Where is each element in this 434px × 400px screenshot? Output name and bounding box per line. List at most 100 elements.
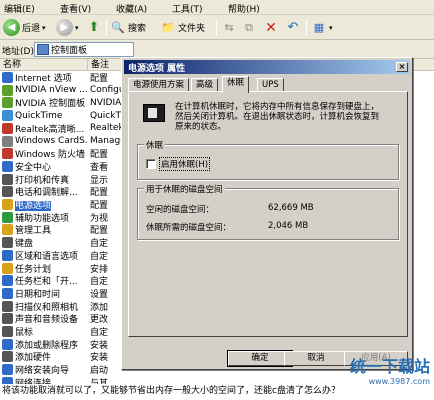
item-name: 添加或删除程序 xyxy=(15,338,87,351)
control-panel-list: Internet 选项 配置 NVIDIA nView ... Configu NVID… xyxy=(0,71,140,388)
undo-button[interactable]: ↶ xyxy=(285,18,301,37)
item-icon xyxy=(2,351,13,363)
forward-arrow-icon: ▶ xyxy=(56,19,73,36)
toolbar-separator xyxy=(306,19,307,36)
address-input[interactable]: 控制面板 xyxy=(34,42,134,57)
list-item[interactable]: Realtek高清晰... Realtek xyxy=(0,122,140,135)
item-name-text: Internet 选项 xyxy=(15,74,72,84)
item-name: 电话和调制解... xyxy=(15,185,87,198)
search-label: 搜索 xyxy=(128,24,147,34)
tab-advanced[interactable]: 高级 xyxy=(191,78,219,92)
ok-button[interactable]: 确定 xyxy=(227,350,293,367)
list-item[interactable]: 打印机和传真 显示 xyxy=(0,173,140,186)
folders-icon: 📁 xyxy=(161,21,175,34)
disk-space-group: 用于休眠的磁盘空间 空闲的磁盘空间： 62,669 MB 休眠所需的磁盘空间： … xyxy=(137,183,399,240)
back-label: 后退 xyxy=(22,24,41,34)
list-item[interactable]: 电话和调制解... 配置 xyxy=(0,185,140,198)
views-button[interactable]: ▦ ▾ xyxy=(311,18,333,37)
enable-hibernate-checkbox[interactable]: 启用休眠(H) xyxy=(146,157,211,171)
item-name: NVIDIA 控制面板 xyxy=(15,96,87,109)
power-options-dialog: 电源选项 属性 × 电源使用方案 高级 休眠 UPS 在计算机休眠时，它将内存中… xyxy=(121,57,413,370)
list-item[interactable]: Windows 防火墙 配置 xyxy=(0,147,140,160)
list-item[interactable]: 区域和语言选项 自定 xyxy=(0,249,140,262)
item-name-text: 键盘 xyxy=(15,239,34,250)
control-panel-icon xyxy=(37,44,49,55)
back-button[interactable]: ◀ 后退 ▾ xyxy=(3,18,46,37)
list-item[interactable]: 网络安装向导 启动 xyxy=(0,363,140,376)
list-item[interactable]: Windows CardS... Manages xyxy=(0,135,140,148)
item-name-text: Windows CardS... xyxy=(15,136,87,146)
item-icon xyxy=(2,326,13,337)
list-item[interactable]: 扫描仪和照相机 添加 xyxy=(0,300,140,313)
search-icon: 🔍 xyxy=(111,21,125,34)
hibernate-description: 在计算机休眠时，它将内存中所有信息保存到硬盘上，然后关闭计算机。在退出休眠状态时… xyxy=(175,102,380,132)
column-header-name[interactable]: 名称 xyxy=(0,59,88,71)
item-name-text: QuickTime xyxy=(15,110,63,121)
item-icon xyxy=(2,160,13,172)
search-button[interactable]: 🔍 搜索 xyxy=(110,18,146,37)
list-item[interactable]: 添加或删除程序 安装 xyxy=(0,338,140,351)
item-name: NVIDIA nView ... xyxy=(15,85,87,95)
list-item[interactable]: 辅助功能选项 为视 xyxy=(0,211,140,224)
delete-button[interactable]: ✕ xyxy=(263,18,279,37)
move-to-button[interactable]: ⇆ xyxy=(221,18,237,37)
tab-hibernate[interactable]: 休眠 xyxy=(222,76,250,93)
required-space-value: 2,046 MB xyxy=(268,221,309,231)
item-name: 声音和音频设备 xyxy=(15,312,87,325)
list-item[interactable]: QuickTime QuickTi xyxy=(0,109,140,122)
item-name: Windows 防火墙 xyxy=(15,147,87,160)
item-name-text: 日期和时间 xyxy=(15,289,61,300)
forward-dropdown-icon: ▾ xyxy=(75,23,79,32)
item-icon xyxy=(2,84,13,96)
dialog-title: 电源选项 属性 xyxy=(128,64,186,74)
folders-label: 文件夹 xyxy=(178,24,206,34)
move-to-icon: ⇆ xyxy=(224,21,234,34)
back-arrow-icon: ◀ xyxy=(3,19,20,36)
list-item[interactable]: 任务计划 安排 xyxy=(0,262,140,275)
menu-favorites[interactable]: 收藏(A) xyxy=(116,2,147,15)
close-button[interactable]: × xyxy=(396,62,408,72)
list-item[interactable]: 声音和音频设备 更改 xyxy=(0,312,140,325)
list-item[interactable]: 任务栏和「开... 自定 xyxy=(0,274,140,287)
free-space-row: 空闲的磁盘空间： 62,669 MB xyxy=(146,203,314,215)
list-item[interactable]: 键盘 自定 xyxy=(0,236,140,249)
tab-power-schemes[interactable]: 电源使用方案 xyxy=(128,78,190,92)
hibernate-panel: 在计算机休眠时，它将内存中所有信息保存到硬盘上，然后关闭计算机。在退出休眠状态时… xyxy=(128,91,408,337)
up-folder-button[interactable]: ⬆ xyxy=(86,18,102,37)
list-item[interactable]: 添加硬件 安装 xyxy=(0,350,140,363)
menu-help[interactable]: 帮助(H) xyxy=(228,2,260,15)
list-item[interactable]: 安全中心 查看 xyxy=(0,160,140,173)
folders-button[interactable]: 📁 文件夹 xyxy=(160,18,205,37)
list-item[interactable]: 鼠标 自定 xyxy=(0,325,140,338)
item-name-text: 打印机和传真 xyxy=(15,175,70,186)
list-item[interactable]: NVIDIA 控制面板 NVIDIA xyxy=(0,96,140,109)
list-item[interactable]: 管理工具 配置 xyxy=(0,223,140,236)
item-name-text: 任务计划 xyxy=(15,264,52,275)
item-icon xyxy=(2,199,13,210)
toolbar-separator xyxy=(216,19,217,36)
dialog-titlebar[interactable]: 电源选项 属性 × xyxy=(124,60,410,74)
item-name-text: NVIDIA nView ... xyxy=(15,85,87,96)
item-name: 打印机和传真 xyxy=(15,173,87,186)
forward-button[interactable]: ▶ ▾ xyxy=(56,18,79,37)
menu-edit[interactable]: 编辑(E) xyxy=(4,2,35,15)
menu-view[interactable]: 查看(V) xyxy=(60,2,91,15)
list-item[interactable]: NVIDIA nView ... Configu xyxy=(0,84,140,97)
checkbox-box[interactable] xyxy=(146,159,156,169)
required-space-label: 休眠所需的磁盘空间： xyxy=(146,223,232,233)
copy-to-button[interactable]: ⧉ xyxy=(241,18,257,37)
menu-bar: 编辑(E) 查看(V) 收藏(A) 工具(T) 帮助(H) xyxy=(0,0,434,15)
list-item[interactable]: 日期和时间 设置 xyxy=(0,287,140,300)
watermark: 统一下载站 www.3987.com xyxy=(350,353,430,386)
watermark-url: www.3987.com xyxy=(368,377,430,386)
dialog-tabs: 电源使用方案 高级 休眠 UPS xyxy=(128,76,408,93)
item-name: 辅助功能选项 xyxy=(15,211,87,224)
list-item[interactable]: 电源选项 配置 xyxy=(0,198,140,211)
item-name: 网络安装向导 xyxy=(15,363,87,376)
list-item[interactable]: Internet 选项 配置 xyxy=(0,71,140,84)
item-name: 键盘 xyxy=(15,236,87,249)
cancel-button[interactable]: 取消 xyxy=(284,351,348,366)
menu-tools[interactable]: 工具(T) xyxy=(172,2,203,15)
tab-ups[interactable]: UPS xyxy=(257,78,284,92)
article-text: 将该功能取消就可以了，又能够节省出内存一般大小的空间了，还能c盘清了怎么办？ xyxy=(0,384,434,400)
